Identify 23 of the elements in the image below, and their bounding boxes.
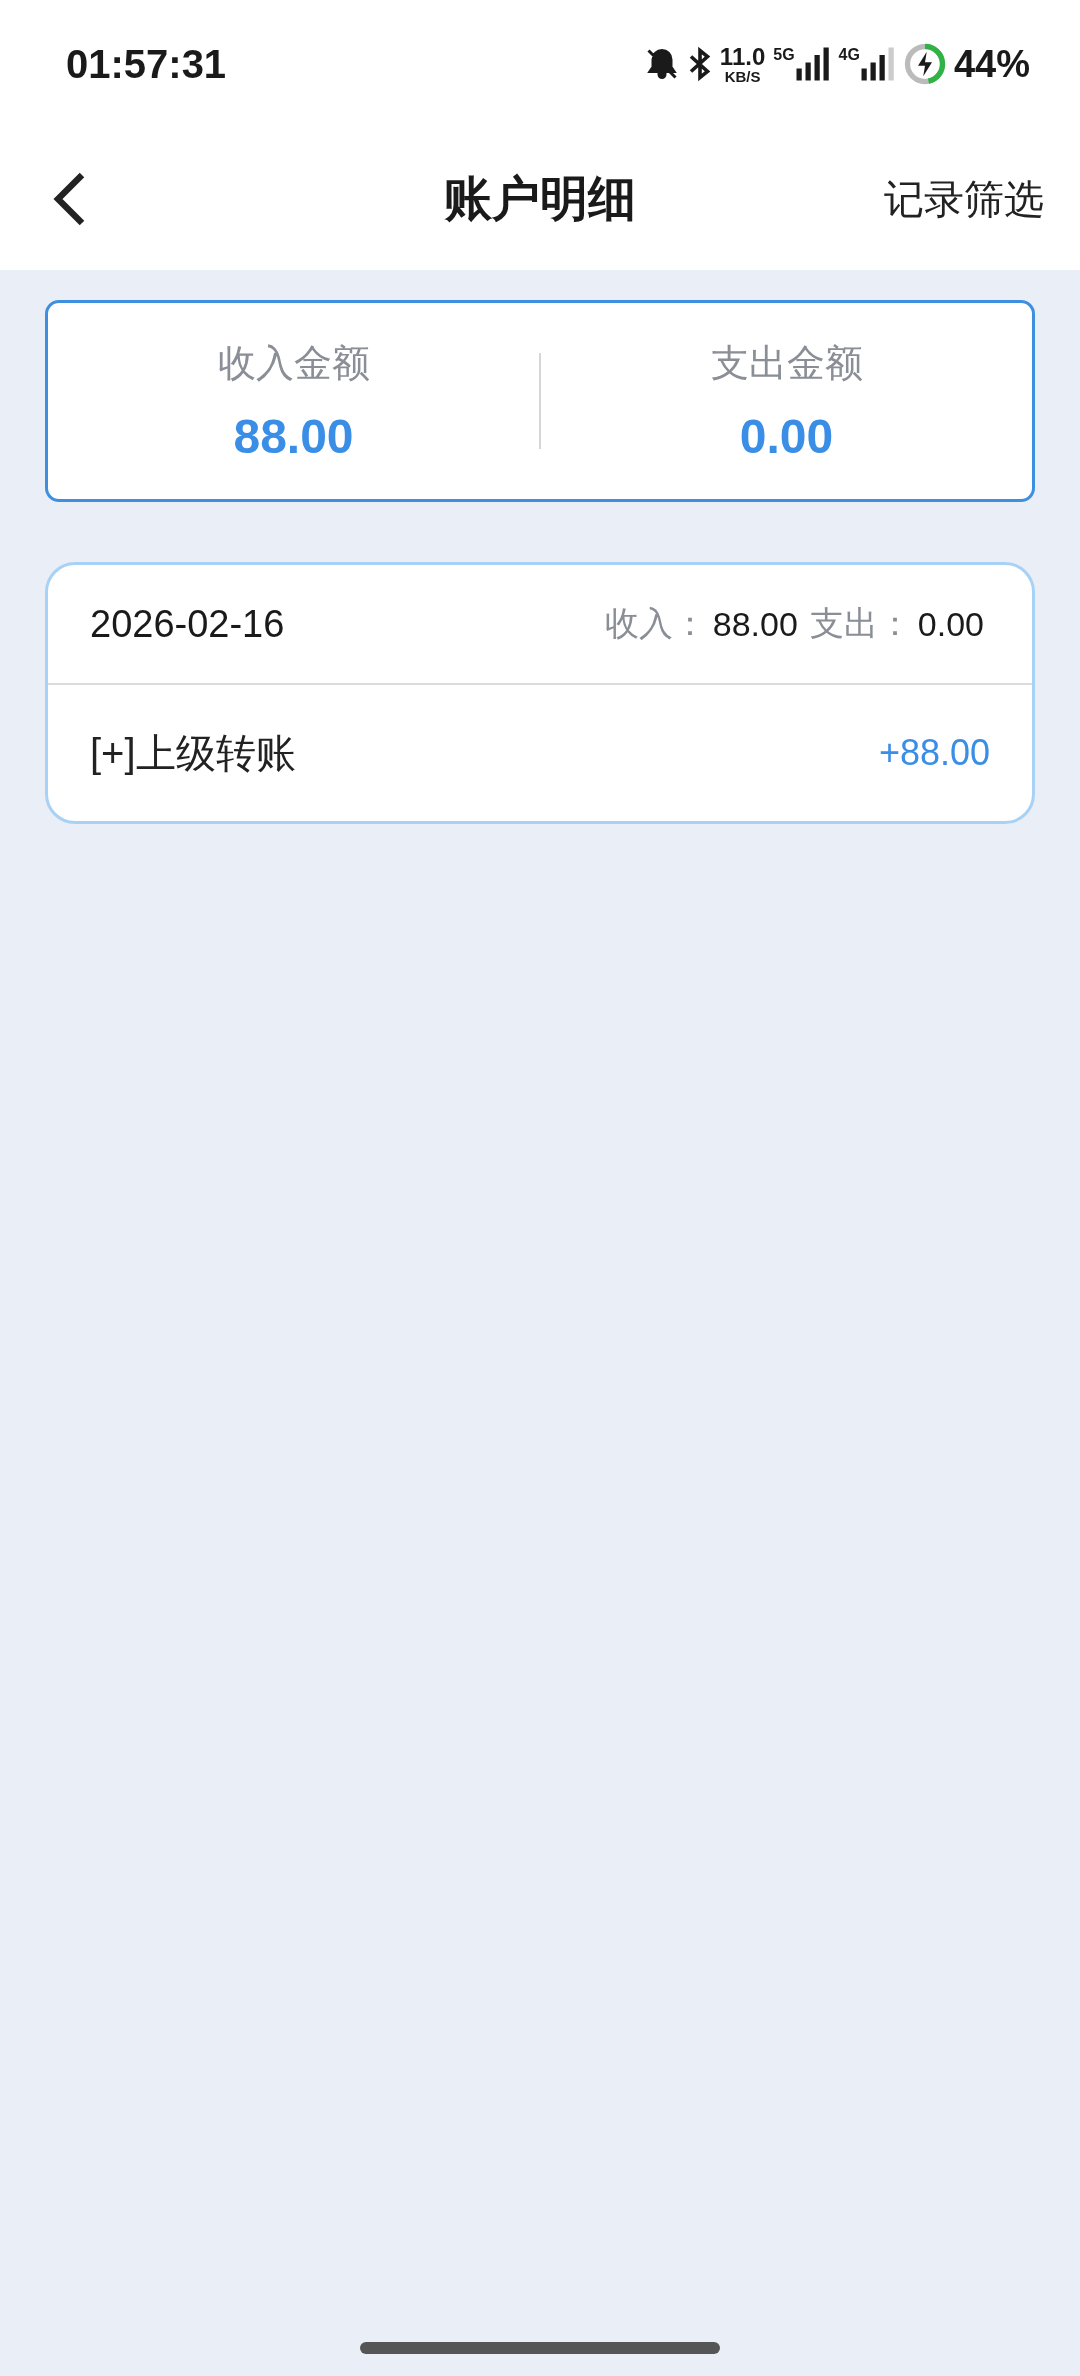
page-title: 账户明细 <box>444 171 636 227</box>
summary-amount: 88.00 <box>233 409 354 464</box>
summary-amount: 0.00 <box>739 409 834 464</box>
signal-icon <box>794 46 831 82</box>
record-date: 2026-02-16 <box>90 602 285 646</box>
status-time: 01:57:31 <box>66 41 227 87</box>
expense-total: 0.00 <box>917 604 984 644</box>
summary-label: 支出金额 <box>710 341 863 386</box>
battery-level: 44% <box>953 42 1030 86</box>
income-label: 收入： <box>604 603 707 644</box>
network-type: 5G <box>773 46 795 64</box>
record-title: [+]上级转账 <box>90 729 296 777</box>
filter-link[interactable]: 记录筛选 <box>884 171 1044 227</box>
income-total: 88.00 <box>712 604 798 644</box>
net-speed-unit: KB/S <box>724 68 761 84</box>
signal-icon <box>859 46 896 82</box>
battery-charging-icon <box>903 43 946 85</box>
record-amount: +88.00 <box>878 732 990 774</box>
summary-label: 收入金额 <box>217 341 370 386</box>
bluetooth-icon <box>687 46 712 82</box>
net-speed: 11.0 <box>719 44 766 69</box>
expense-label: 支出： <box>809 603 912 644</box>
network-type: 4G <box>838 46 860 64</box>
